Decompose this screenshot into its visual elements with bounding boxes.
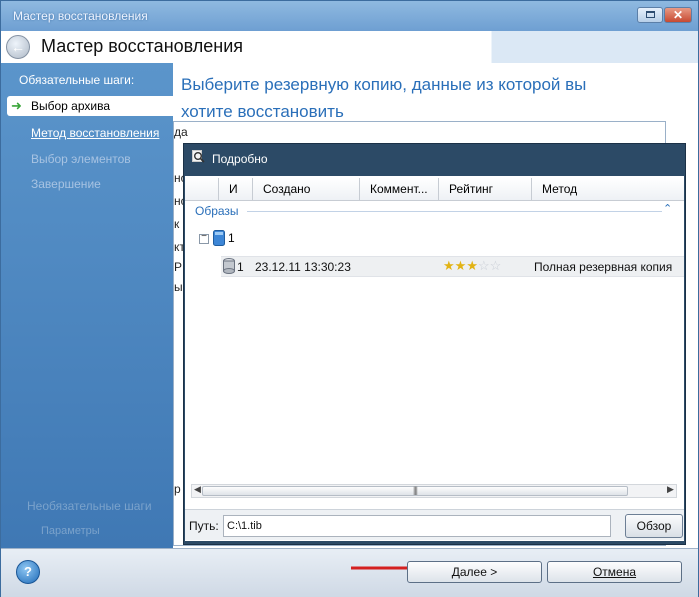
- page-headline: Выберите резервную копию, данные из кото…: [181, 75, 587, 121]
- star-empty-icon: ☆: [477, 258, 490, 273]
- maximize-button[interactable]: [637, 7, 663, 23]
- backup-row[interactable]: 1 23.12.11 13:30:23 ★★★☆☆ Полная резервн…: [221, 256, 684, 277]
- grip-icon: |||: [413, 485, 418, 495]
- text-fragment: Р: [174, 260, 183, 274]
- wizard-title: Мастер восстановления: [41, 36, 244, 56]
- group-divider: [247, 211, 662, 212]
- rating-stars[interactable]: ★★★☆☆: [443, 259, 501, 273]
- browse-button[interactable]: Обзор: [625, 514, 683, 538]
- scroll-right-icon[interactable]: ▶: [667, 484, 674, 495]
- scroll-thumb[interactable]: |||: [202, 485, 628, 496]
- step-select-archive[interactable]: ➜ Выбор архива: [7, 96, 173, 116]
- row-method: Полная резервная копия: [534, 260, 673, 274]
- close-button[interactable]: ✕: [664, 7, 692, 23]
- star-filled-icon: ★: [466, 258, 478, 273]
- required-steps-heading: Обязательные шаги:: [19, 73, 135, 87]
- wizard-header: ← Мастер восстановления: [1, 31, 698, 63]
- path-bar: Путь: C:\1.tib Обзор: [185, 509, 684, 540]
- next-button[interactable]: Далее >: [407, 561, 542, 583]
- backup-disk-icon: [223, 258, 235, 274]
- step-select-items: Выбор элементов: [31, 152, 131, 166]
- optional-steps-heading: Необязательные шаги: [27, 499, 152, 513]
- star-filled-icon: ★: [443, 258, 455, 273]
- path-label: Путь:: [189, 519, 219, 533]
- collapse-group-icon[interactable]: ⌃: [663, 202, 672, 215]
- column-created[interactable]: Создано: [252, 178, 359, 200]
- details-magnifier-icon: [192, 150, 205, 163]
- step-recovery-method[interactable]: Метод восстановления: [31, 126, 159, 140]
- column-rating[interactable]: Рейтинг: [438, 178, 531, 200]
- step-finish: Завершение: [31, 177, 101, 191]
- row-created: 23.12.11 13:30:23: [255, 260, 351, 274]
- help-button[interactable]: ?: [16, 560, 40, 584]
- step-label: Выбор архива: [31, 99, 111, 113]
- tree-collapse-toggle[interactable]: −: [199, 231, 209, 244]
- star-filled-icon: ★: [454, 258, 467, 273]
- close-icon: ✕: [672, 8, 684, 22]
- step-options: Параметры: [41, 525, 100, 537]
- archive-node-label[interactable]: 1: [228, 231, 235, 245]
- scroll-left-icon[interactable]: ◀: [194, 484, 201, 495]
- details-popup: Подробно И Создано Коммент... Рейтинг Ме…: [183, 143, 686, 545]
- text-fragment: р: [174, 482, 181, 496]
- minus-icon: −: [201, 231, 207, 242]
- archive-node-icon: [213, 230, 225, 246]
- row-index: 1: [237, 260, 244, 274]
- column-header-row: И Создано Коммент... Рейтинг Метод: [185, 178, 684, 201]
- steps-sidebar: Обязательные шаги: ➜ Выбор архива Метод …: [1, 63, 173, 548]
- next-label: Далее >: [451, 565, 498, 579]
- details-title: Подробно: [212, 152, 268, 166]
- back-arrow-icon: ←: [11, 39, 25, 55]
- cancel-label: Отмена: [592, 565, 637, 579]
- cancel-button[interactable]: Отмена: [547, 561, 682, 583]
- restore-wizard-window: Мастер восстановления ✕ ← Мастер восстан…: [0, 0, 699, 597]
- star-empty-icon: ☆: [489, 258, 502, 273]
- wizard-footer: ? Далее > Отмена: [1, 548, 698, 597]
- column-index[interactable]: И: [218, 178, 252, 200]
- horizontal-scrollbar[interactable]: ◀ ||| ▶: [191, 484, 677, 498]
- maximize-icon: [646, 11, 655, 18]
- path-input[interactable]: C:\1.tib: [223, 515, 611, 537]
- current-step-arrow-icon: ➜: [11, 98, 22, 113]
- images-group-label: Образы: [195, 204, 239, 218]
- help-icon: ?: [24, 564, 32, 579]
- column-method[interactable]: Метод: [531, 178, 684, 200]
- title-bar: Мастер восстановления ✕: [1, 1, 698, 31]
- back-button[interactable]: ←: [6, 35, 30, 59]
- text-fragment: да: [174, 125, 188, 139]
- details-body: И Создано Коммент... Рейтинг Метод Образ…: [185, 176, 684, 541]
- column-comment[interactable]: Коммент...: [359, 178, 438, 200]
- window-title: Мастер восстановления: [13, 9, 148, 23]
